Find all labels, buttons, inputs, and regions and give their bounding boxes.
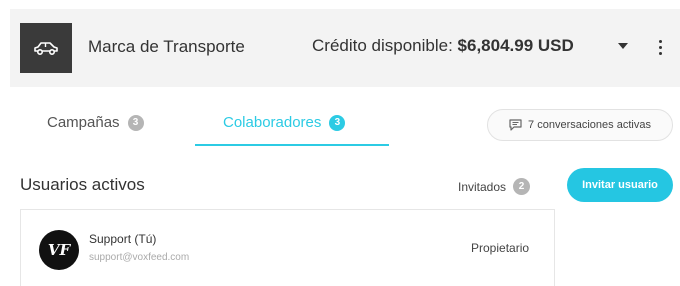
credit-display[interactable]: Crédito disponible: $6,804.99 USD [312, 36, 574, 56]
user-email: support@voxfeed.com [89, 252, 190, 263]
invited-users-link[interactable]: Invitados 2 [458, 178, 531, 195]
invited-count-badge: 2 [513, 178, 531, 195]
chat-bubble-icon [509, 119, 522, 131]
user-name: Support (Tú) [89, 232, 157, 246]
top-bar: Marca de Transporte Crédito disponible: … [10, 9, 680, 87]
user-role: Propietario [471, 241, 530, 255]
tab-collaborators[interactable]: Colaboradores 3 [223, 114, 346, 131]
credit-label: Crédito disponible: [312, 36, 453, 55]
tab-count-badge: 3 [329, 114, 346, 131]
conversations-label: 7 conversaciones activas [528, 119, 651, 131]
user-row: VF Support (Tú) support@voxfeed.com Prop… [20, 209, 555, 286]
active-conversations-button[interactable]: 7 conversaciones activas [487, 109, 673, 141]
car-icon [34, 42, 58, 56]
brand-logo [20, 23, 72, 73]
more-vertical-icon[interactable] [650, 35, 670, 59]
section-title: Usuarios activos [20, 175, 145, 194]
invited-label: Invitados [458, 179, 507, 194]
credit-amount: $6,804.99 USD [457, 36, 574, 55]
tab-label: Colaboradores [223, 114, 322, 131]
caret-down-icon[interactable] [618, 43, 628, 49]
avatar: VF [39, 230, 79, 270]
brand-name: Marca de Transporte [88, 37, 245, 56]
invite-user-button[interactable]: Invitar usuario [567, 168, 673, 202]
tab-label: Campañas [47, 114, 120, 131]
active-tab-indicator [195, 144, 389, 146]
tab-count-badge: 3 [127, 114, 144, 131]
tab-campaigns[interactable]: Campañas 3 [47, 114, 144, 131]
